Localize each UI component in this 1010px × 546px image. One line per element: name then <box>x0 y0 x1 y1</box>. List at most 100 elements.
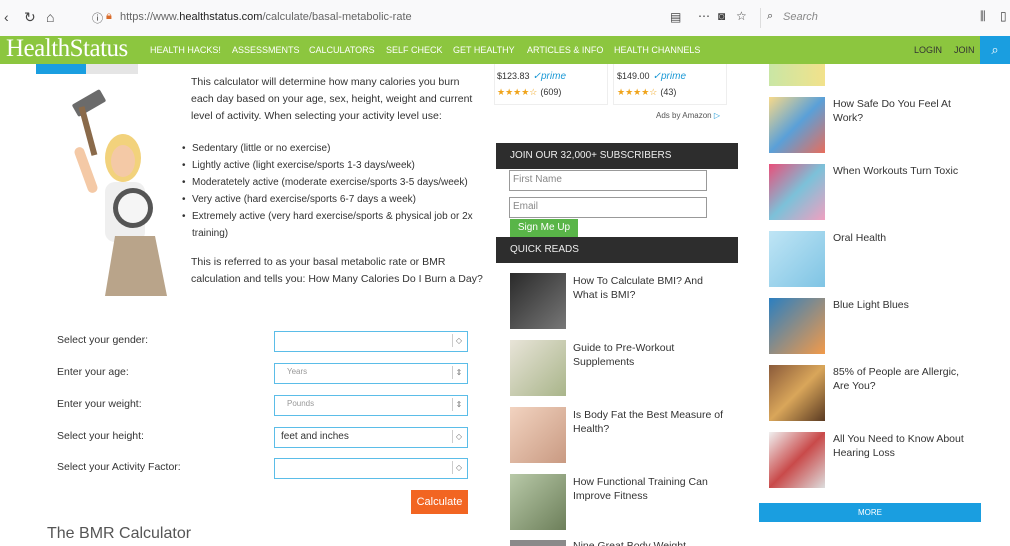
rating-stars: ★★★★☆ <box>497 87 538 97</box>
search-icon: ⌕ <box>991 42 999 57</box>
sidebar-article-title[interactable]: Blue Light Blues <box>833 298 973 312</box>
activity-label: Select your Activity Factor: <box>57 461 181 473</box>
site-nav: HealthStatus HEALTH HACKS! ASSESSMENTS C… <box>0 35 1010 64</box>
home-icon[interactable]: ⌂ <box>46 9 54 25</box>
list-item: Sedentary (little or no exercise) <box>182 140 482 157</box>
list-item: Extremely active (very hard exercise/spo… <box>182 208 482 242</box>
adchoices-icon: ▷ <box>713 111 720 120</box>
bookmark-star-icon[interactable]: ☆ <box>736 9 747 23</box>
info-icon[interactable]: ⓘ <box>92 10 103 26</box>
search-placeholder: Search <box>783 11 818 23</box>
reader-view-icon[interactable]: ▤ <box>670 10 681 24</box>
join-link[interactable]: JOIN <box>954 45 975 55</box>
prime-badge: ✓prime <box>532 71 567 82</box>
reload-icon[interactable]: ↻ <box>24 9 36 26</box>
activity-select[interactable]: ◇ <box>274 458 468 479</box>
nav-search-button[interactable]: ⌕ <box>980 36 1010 64</box>
quick-read-title[interactable]: Guide to Pre-Workout Supplements <box>573 341 723 369</box>
lock-warning-icon[interactable]: 🔒︎ <box>106 10 112 23</box>
rating-stars: ★★★★☆ <box>617 87 658 97</box>
nav-calculators[interactable]: CALCULATORS <box>309 45 375 55</box>
more-button[interactable]: MORE <box>759 503 981 522</box>
url-bar[interactable]: ⓘ 🔒︎ https://www.healthstatus.com/calcul… <box>88 8 748 28</box>
select-arrows-icon: ◇ <box>452 334 465 347</box>
weight-placeholder: Pounds <box>287 399 315 408</box>
quick-read-thumbnail[interactable] <box>510 273 566 329</box>
height-select[interactable]: feet and inches ◇ <box>274 427 468 448</box>
product-price: $123.83 <box>497 71 530 81</box>
sidebar-article-title[interactable]: Oral Health <box>833 231 973 245</box>
sidebar-thumbnail[interactable] <box>769 231 825 287</box>
select-arrows-icon: ◇ <box>452 461 465 474</box>
more-actions-icon[interactable]: ⋯ <box>698 9 710 23</box>
quick-read-title[interactable]: How Functional Training Can Improve Fitn… <box>573 475 723 503</box>
sidebar-thumbnail[interactable] <box>769 365 825 421</box>
subscribe-header: JOIN OUR 32,000+ SUBSCRIBERS <box>496 143 738 169</box>
url-domain: healthstatus.com <box>179 11 263 23</box>
sidebar-article-title[interactable]: How Safe Do You Feel At Work? <box>833 97 973 125</box>
back-icon[interactable]: ‹ <box>4 9 9 25</box>
nav-self-check[interactable]: SELF CHECK <box>386 45 443 55</box>
pocket-icon[interactable]: ◙ <box>718 9 725 23</box>
review-count: (43) <box>660 87 677 97</box>
quick-read-thumbnail[interactable] <box>510 340 566 396</box>
calculate-button[interactable]: Calculate <box>411 490 468 514</box>
nav-articles-info[interactable]: ARTICLES & INFO <box>527 45 603 55</box>
list-item: Very active (hard exercise/sports 6-7 da… <box>182 191 482 208</box>
activity-levels-list: Sedentary (little or no exercise) Lightl… <box>182 140 482 242</box>
sidebar-article-title[interactable]: All You Need to Know About Hearing Loss <box>833 432 973 460</box>
quick-read-title[interactable]: Is Body Fat the Best Measure of Health? <box>573 408 723 436</box>
library-icon[interactable]: ⫼ <box>980 9 986 24</box>
tab-active[interactable] <box>36 64 86 74</box>
sidebar-article-title[interactable]: 85% of People are Allergic, Are You? <box>833 365 973 393</box>
list-item: Moderatetely active (moderate exercise/s… <box>182 174 482 191</box>
sidebar-thumbnail[interactable] <box>769 97 825 153</box>
first-name-field[interactable]: First Name <box>509 170 707 191</box>
tab-inactive[interactable] <box>86 64 138 74</box>
ad-product-card[interactable]: $123.83 ✓prime ★★★★☆ (609) <box>494 64 608 105</box>
sign-me-up-button[interactable]: Sign Me Up <box>510 219 578 237</box>
height-value: feet and inches <box>281 431 349 442</box>
ad-product-card[interactable]: $149.00 ✓prime ★★★★☆ (43) <box>613 64 727 105</box>
quick-read-thumbnail[interactable] <box>510 540 566 546</box>
login-link[interactable]: LOGIN <box>914 45 942 55</box>
quick-reads-header: QUICK READS <box>496 237 738 263</box>
quick-read-title[interactable]: How To Calculate BMI? And What is BMI? <box>573 274 723 302</box>
nav-assessments[interactable]: ASSESSMENTS <box>232 45 300 55</box>
sidebar-thumbnail[interactable] <box>769 64 825 86</box>
sidebar-article-title[interactable]: When Workouts Turn Toxic <box>833 164 973 178</box>
gender-label: Select your gender: <box>57 334 149 346</box>
nav-health-channels[interactable]: HEALTH CHANNELS <box>614 45 700 55</box>
first-name-placeholder: First Name <box>513 174 562 185</box>
age-placeholder: Years <box>287 367 308 376</box>
sidebar-thumbnail[interactable] <box>769 432 825 488</box>
gender-select[interactable]: ◇ <box>274 331 468 352</box>
ads-by-amazon[interactable]: Ads by Amazon ▷ <box>656 111 720 120</box>
woman-with-hammer-image <box>72 89 167 296</box>
quick-read-thumbnail[interactable] <box>510 407 566 463</box>
quick-read-thumbnail[interactable] <box>510 474 566 530</box>
email-field[interactable]: Email <box>509 197 707 218</box>
sidebar-thumbnail[interactable] <box>769 298 825 354</box>
nav-get-healthy[interactable]: GET HEALTHY <box>453 45 515 55</box>
age-input[interactable]: Years ⇕ <box>274 363 468 384</box>
product-price: $149.00 <box>617 71 650 81</box>
height-label: Select your height: <box>57 430 144 442</box>
intro-paragraph: This calculator will determine how many … <box>191 76 473 122</box>
review-count: (609) <box>540 87 562 97</box>
bmr-explanation: This is referred to as your basal metabo… <box>191 256 483 285</box>
stepper-icon[interactable]: ⇕ <box>452 398 465 411</box>
list-item: Lightly active (light exercise/sports 1-… <box>182 157 482 174</box>
sidebar-toggle-icon[interactable]: ▯ <box>1000 9 1007 23</box>
stepper-icon[interactable]: ⇕ <box>452 366 465 379</box>
browser-search-box[interactable]: ⌕ Search <box>760 8 951 28</box>
quick-read-title[interactable]: Nine Great Body Weight <box>573 540 723 546</box>
url-path: /calculate/basal-metabolic-rate <box>262 11 412 23</box>
site-logo[interactable]: HealthStatus <box>6 35 128 63</box>
sidebar-thumbnail[interactable] <box>769 164 825 220</box>
nav-health-hacks[interactable]: HEALTH HACKS! <box>150 45 221 55</box>
weight-input[interactable]: Pounds ⇕ <box>274 395 468 416</box>
weight-label: Enter your weight: <box>57 398 142 410</box>
url-prefix: https://www. <box>120 11 180 23</box>
prime-badge: ✓prime <box>652 71 687 82</box>
